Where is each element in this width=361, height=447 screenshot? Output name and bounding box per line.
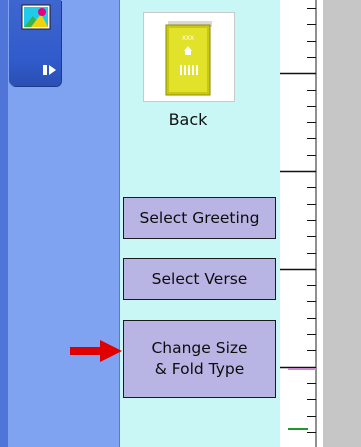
vertical-ruler[interactable] — [280, 0, 323, 447]
back-thumbnail[interactable]: XXX — [143, 12, 235, 102]
toolbar-tool-button[interactable] — [9, 0, 61, 86]
card-back-icon: XXX — [165, 21, 212, 96]
red-arrow-icon — [70, 340, 122, 362]
change-size-label: Change Size — [151, 339, 248, 357]
svg-text:XXX: XXX — [182, 35, 194, 42]
expand-arrow-icon[interactable] — [42, 63, 58, 77]
select-verse-label: Select Verse — [151, 269, 248, 288]
left-panel-edge — [0, 0, 8, 447]
change-size-fold-type-button[interactable]: Change Size & Fold Type — [123, 320, 276, 398]
workspace-edge — [323, 0, 361, 447]
select-greeting-button[interactable]: Select Greeting — [123, 197, 276, 239]
back-label: Back — [168, 110, 208, 129]
picture-icon — [21, 4, 51, 30]
select-verse-button[interactable]: Select Verse — [123, 258, 276, 300]
fold-type-label: & Fold Type — [154, 360, 245, 378]
select-greeting-label: Select Greeting — [139, 208, 260, 227]
ruler-ticks — [280, 0, 317, 447]
